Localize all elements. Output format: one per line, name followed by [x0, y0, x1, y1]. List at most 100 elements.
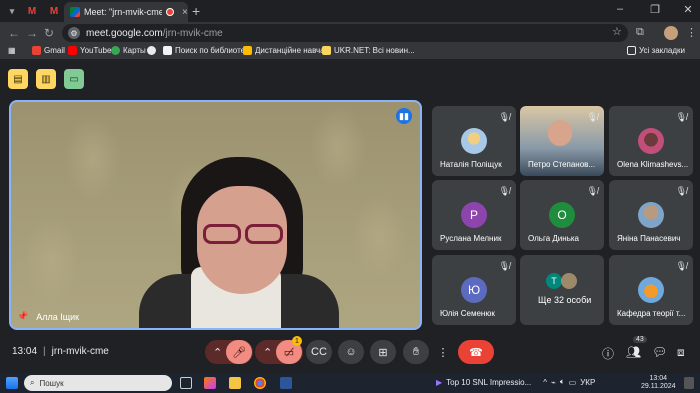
people-icon[interactable]: 👥︎ [626, 345, 641, 359]
camera-off-icon: ▭̸ [283, 346, 295, 359]
omnibox[interactable]: ⚙ meet.google.com/jrn-mvik-cme [62, 24, 628, 42]
bookmark-label: Gmail [44, 46, 65, 55]
profile-avatar[interactable] [664, 26, 678, 40]
media-icon[interactable]: ▶ [436, 378, 442, 387]
participant-tile[interactable]: 🎙︎̸ Наталія Поліщук [432, 106, 516, 176]
minimize-window-icon[interactable]: – [610, 3, 630, 15]
main-speaker-tile[interactable]: ▮▮ 📌 Алла Іщик [9, 100, 422, 330]
mic-off-icon: 🎙︎̸ [675, 112, 687, 122]
participant-tile[interactable]: 🎙︎̸ Кафедра теорії т... [609, 255, 693, 325]
bookmark-label: Усі закладки [639, 46, 686, 55]
participant-tile[interactable]: 🎙︎̸ О Ольга Динька [520, 180, 604, 250]
system-tray: ▶ Top 10 SNL Impressio... ^ ⌁ 🔈︎ ▭ УКР [436, 377, 595, 387]
forward-icon[interactable]: → [26, 26, 38, 40]
participant-tile[interactable]: 🎙︎̸ Р Руслана Мелник [432, 180, 516, 250]
extensions-icon[interactable]: ⧉ [636, 26, 644, 39]
chat-icon[interactable]: 💬︎ [652, 345, 667, 359]
search-placeholder: Пошук [39, 378, 64, 388]
gmail-icon [32, 46, 41, 55]
volume-icon[interactable]: 🔈︎ [560, 377, 565, 387]
apps-grid-icon[interactable]: ▦ [8, 46, 16, 55]
raise-hand-button[interactable]: ✋︎ [403, 340, 429, 364]
bookmark-globe[interactable] [147, 46, 159, 55]
microphone-toggle-button[interactable]: 🎤︎ [226, 340, 252, 364]
activities-icon[interactable]: ▤ [8, 69, 28, 89]
maps-icon [111, 46, 120, 55]
participant-tile[interactable]: 🎙︎̸ Петро Степанов... [520, 106, 604, 176]
copilot-icon[interactable] [204, 377, 216, 389]
url-path: /jrn-mvik-cme [162, 27, 223, 39]
bookmark-maps[interactable]: Карты [111, 46, 146, 55]
participant-avatar [638, 277, 664, 303]
gmail-tab-icon: M [27, 5, 37, 17]
reload-icon[interactable]: ↻ [44, 26, 54, 40]
meeting-code: jrn-mvik-cme [51, 346, 109, 357]
bookmark-youtube[interactable]: YouTube [68, 46, 111, 55]
participant-name: Юлія Семенюк [440, 309, 495, 318]
clock[interactable]: 13:04 29.11.2024 [641, 375, 676, 391]
tab-close-button[interactable]: × [182, 7, 188, 18]
menu-kebab-icon[interactable]: ⋮ [686, 26, 697, 39]
gmail-tab-icon: M [49, 5, 59, 17]
bookmark-ukrnet[interactable]: UKR.NET: Всі новин... [322, 46, 415, 55]
bookmark-library[interactable]: Поиск по библиоте... [163, 46, 252, 55]
tab-meet[interactable]: Meet: "jrn-mvik-cme" × [64, 2, 188, 22]
all-bookmarks[interactable]: Усі закладки [627, 46, 685, 55]
tab-strip: ▾ M M Meet: "jrn-mvik-cme" × + – ❐ ✕ [0, 0, 700, 22]
bookmark-label: YouTube [80, 46, 112, 55]
language-indicator[interactable]: УКР [580, 378, 595, 387]
participant-tile-more[interactable]: Т Ще 32 особи [520, 255, 604, 325]
url-host: meet.google.com [86, 27, 163, 39]
participant-tile[interactable]: 🎙︎̸ Olena Klimashevs... [609, 106, 693, 176]
maximize-window-icon[interactable]: ❐ [645, 3, 665, 16]
battery-icon[interactable]: ▭ [569, 378, 577, 387]
gmail-tab-1[interactable]: M [22, 3, 42, 19]
taskbar-search[interactable]: ⌕ Пошук [24, 375, 172, 391]
site-info-icon[interactable]: ⚙ [68, 27, 80, 39]
participant-tile[interactable]: 🎙︎̸ Яніна Панасевич [609, 180, 693, 250]
tab-search-icon[interactable]: ▾ [2, 3, 22, 19]
task-view-icon[interactable] [180, 377, 192, 389]
participant-name: Кафедра теорії т... [617, 309, 686, 318]
speaker-glasses [201, 224, 287, 246]
meet-stage: ▤ ▥ ▭ ▮▮ 📌 Алла Іщик 🎙︎̸ Наталія Поліщук… [0, 61, 700, 373]
activities-shapes-icon[interactable]: ⧈ [677, 345, 685, 360]
mic-off-icon: 🎙︎̸ [586, 112, 598, 122]
windows-start-icon[interactable] [6, 377, 18, 389]
chrome-icon[interactable] [254, 377, 266, 389]
close-window-icon[interactable]: ✕ [678, 3, 698, 16]
search-icon: ⌕ [30, 378, 35, 387]
reactions-button[interactable]: ☺ [338, 340, 364, 364]
bookmark-distance[interactable]: Дистанційне навча... [243, 46, 331, 55]
tray-expand-icon[interactable]: ^ [543, 378, 547, 387]
file-explorer-icon[interactable] [229, 377, 241, 389]
word-icon[interactable] [280, 377, 292, 389]
pin-icon[interactable]: 📌 [17, 311, 28, 322]
lens [203, 224, 241, 244]
back-icon[interactable]: ← [8, 26, 20, 40]
participant-name: Olena Klimashevs... [617, 160, 689, 169]
more-options-button[interactable]: ⋮ [434, 340, 452, 364]
bookmark-star-icon[interactable]: ☆ [612, 25, 622, 38]
speaking-indicator-icon: ▮▮ [396, 108, 412, 124]
media-title[interactable]: Top 10 SNL Impressio... [446, 378, 531, 387]
gmail-tab-2[interactable]: M [44, 3, 64, 19]
clock-date: 29.11.2024 [641, 383, 676, 390]
participant-video [548, 120, 572, 146]
whiteboard-icon[interactable]: ▭ [64, 69, 84, 89]
mic-off-icon: 🎙︎̸ [675, 186, 687, 196]
end-call-button[interactable]: ☎︎ [458, 340, 494, 364]
lens [245, 224, 283, 244]
notes-icon[interactable]: ▥ [36, 69, 56, 89]
mic-off-icon: 🎙︎̸ [498, 186, 510, 196]
notifications-icon[interactable] [684, 377, 694, 389]
network-icon[interactable]: ⌁ [551, 378, 556, 387]
participant-avatar: Р [461, 202, 487, 228]
bookmark-label: Дистанційне навча... [255, 46, 332, 55]
meeting-details-icon[interactable]: ⓘ [602, 345, 614, 362]
new-tab-button[interactable]: + [192, 3, 200, 19]
present-button[interactable]: ⊞ [370, 340, 396, 364]
bookmark-gmail[interactable]: Gmail [32, 46, 65, 55]
participant-tile[interactable]: 🎙︎̸ Ю Юлія Семенюк [432, 255, 516, 325]
captions-button[interactable]: CC [306, 340, 332, 364]
